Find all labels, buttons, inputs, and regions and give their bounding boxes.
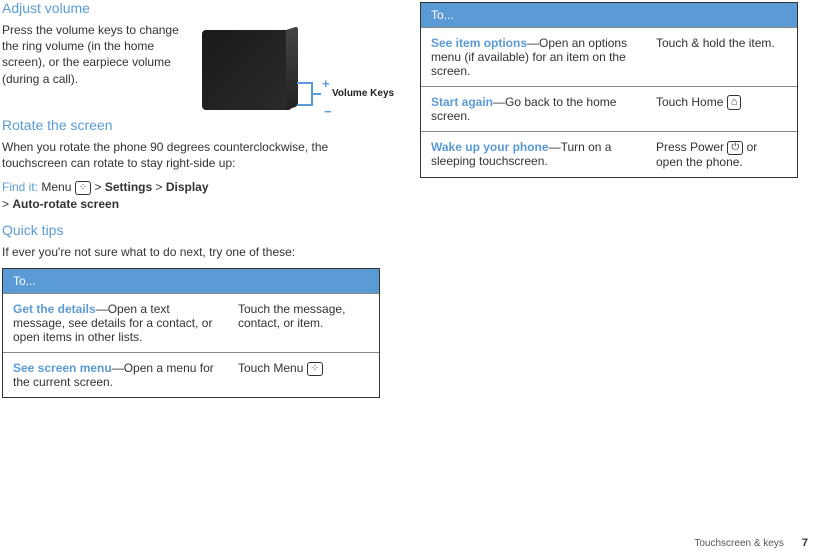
table-row: Wake up your phone—Turn on a sleeping to… xyxy=(421,131,797,177)
table-row: See item options—Open an options menu (i… xyxy=(421,27,797,86)
menu-key-icon xyxy=(307,362,323,376)
find-it-display: Display xyxy=(166,180,209,194)
row-action-prefix: Touch Home xyxy=(656,95,727,109)
volume-bracket xyxy=(297,82,319,106)
table-row: See screen menu—Open a menu for the curr… xyxy=(3,352,379,397)
rotate-screen-text: When you rotate the phone 90 degrees cou… xyxy=(2,139,380,171)
right-column: To... See item options—Open an options m… xyxy=(420,0,798,398)
row-action: Press Power or open the phone. xyxy=(646,132,797,177)
tips-table-left-header: To... xyxy=(3,269,379,293)
row-title: See screen menu xyxy=(13,361,112,375)
row-action: Touch the message, contact, or item. xyxy=(228,294,379,352)
footer-page-number: 7 xyxy=(802,537,808,549)
row-action: Touch & hold the item. xyxy=(646,28,797,86)
row-action-prefix: Press Power xyxy=(656,140,727,154)
page-footer: Touchscreen & keys 7 xyxy=(694,537,808,549)
power-key-icon xyxy=(727,141,743,155)
adjust-volume-heading: Adjust volume xyxy=(2,0,380,16)
footer-section: Touchscreen & keys xyxy=(694,538,784,549)
row-action: Touch Menu xyxy=(228,353,379,397)
row-title: Get the details xyxy=(13,302,96,316)
phone-illustration: + − Volume Keys xyxy=(202,22,362,117)
row-desc: Get the details—Open a text message, see… xyxy=(3,294,228,352)
quick-tips-heading: Quick tips xyxy=(2,222,380,238)
menu-key-icon xyxy=(75,181,91,195)
row-title: See item options xyxy=(431,36,527,50)
row-action: Touch Home xyxy=(646,87,797,131)
left-column: Adjust volume Press the volume keys to c… xyxy=(2,0,380,398)
find-it-autorotate: Auto-rotate screen xyxy=(12,197,119,211)
find-it-label: Find it: xyxy=(2,180,38,194)
row-title: Wake up your phone xyxy=(431,140,549,154)
find-it-line: Find it: Menu > Settings > Display > Aut… xyxy=(2,179,380,211)
row-desc: Wake up your phone—Turn on a sleeping to… xyxy=(421,132,646,177)
home-key-icon xyxy=(727,95,742,110)
minus-icon: − xyxy=(324,104,332,119)
find-it-sep-1: > xyxy=(94,180,104,194)
table-row: Start again—Go back to the home screen. … xyxy=(421,86,797,131)
row-action-prefix: Touch Menu xyxy=(238,361,307,375)
tips-table-right: To... See item options—Open an options m… xyxy=(420,2,798,178)
quick-tips-text: If ever you're not sure what to do next,… xyxy=(2,244,380,260)
phone-body-shape xyxy=(202,30,292,110)
row-title: Start again xyxy=(431,95,493,109)
find-it-menu-word: Menu xyxy=(41,180,71,194)
row-desc: See item options—Open an options menu (i… xyxy=(421,28,646,86)
adjust-volume-text: Press the volume keys to change the ring… xyxy=(2,22,192,87)
find-it-sep-3: > xyxy=(2,197,12,211)
table-row: Get the details—Open a text message, see… xyxy=(3,293,379,352)
rotate-screen-heading: Rotate the screen xyxy=(2,117,380,133)
plus-icon: + xyxy=(322,76,330,91)
find-it-sep-2: > xyxy=(156,180,166,194)
tips-table-left: To... Get the details—Open a text messag… xyxy=(2,268,380,398)
volume-keys-label: Volume Keys xyxy=(332,88,394,99)
adjust-volume-block: Press the volume keys to change the ring… xyxy=(2,22,380,117)
tips-table-right-header: To... xyxy=(421,3,797,27)
row-desc: Start again—Go back to the home screen. xyxy=(421,87,646,131)
find-it-settings: Settings xyxy=(105,180,152,194)
row-desc: See screen menu—Open a menu for the curr… xyxy=(3,353,228,397)
